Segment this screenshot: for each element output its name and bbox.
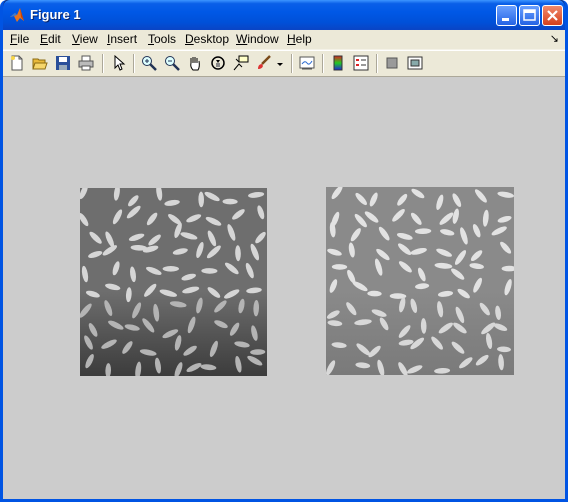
- maximize-button[interactable]: [519, 5, 540, 26]
- menu-insert[interactable]: Insert: [107, 32, 137, 46]
- new-figure-icon: [11, 55, 23, 71]
- menu-edit[interactable]: Edit: [40, 32, 61, 46]
- hide-plot-tools-button[interactable]: [381, 53, 403, 74]
- brush-button[interactable]: [253, 53, 275, 74]
- figure-toolbar: [3, 50, 565, 77]
- new-figure-button[interactable]: [6, 53, 28, 74]
- link-plot-button[interactable]: [296, 53, 318, 74]
- brush-icon: [258, 55, 271, 69]
- rotate-3d-button[interactable]: [207, 53, 229, 74]
- show-plot-tools-icon: [407, 56, 423, 70]
- close-icon: [547, 10, 558, 21]
- hide-plot-tools-icon: [386, 57, 398, 69]
- maximize-icon: [523, 9, 536, 21]
- menu-help[interactable]: Help: [287, 32, 312, 46]
- show-plot-tools-button[interactable]: [404, 53, 426, 74]
- menu-desktop[interactable]: Desktop: [185, 32, 229, 46]
- open-file-icon: [32, 58, 48, 70]
- menu-tools[interactable]: Tools: [148, 32, 176, 46]
- close-button[interactable]: [542, 5, 563, 26]
- print-button[interactable]: [75, 53, 97, 74]
- figure-canvas: [3, 77, 565, 499]
- save-icon: [56, 56, 70, 70]
- dock-arrow-icon[interactable]: ↘: [550, 32, 559, 45]
- legend-button[interactable]: [350, 53, 372, 74]
- minimize-icon: [502, 18, 509, 21]
- zoom-out-button[interactable]: [161, 53, 183, 74]
- data-cursor-button[interactable]: [230, 53, 252, 74]
- figure-window: Figure 1 File Edit View Insert Tools Des…: [0, 0, 568, 502]
- zoom-out-icon: [165, 56, 180, 71]
- open-file-button[interactable]: [29, 53, 51, 74]
- toolbar-separator: [376, 54, 378, 73]
- edit-plot-icon: [114, 55, 126, 71]
- print-icon: [78, 55, 94, 71]
- matlab-icon: [9, 7, 25, 23]
- toolbar-separator: [102, 54, 104, 73]
- toolbar-separator: [322, 54, 324, 73]
- toolbar-separator: [291, 54, 293, 73]
- rice-grain: [162, 266, 179, 272]
- brush-dropdown-icon: [277, 63, 283, 66]
- save-button[interactable]: [52, 53, 74, 74]
- menu-file[interactable]: File: [10, 32, 29, 46]
- edit-plot-button[interactable]: [108, 53, 130, 74]
- title-bar[interactable]: Figure 1: [3, 0, 565, 30]
- data-cursor-icon: [233, 55, 249, 71]
- colorbar-button[interactable]: [327, 53, 349, 74]
- toolbar-separator: [133, 54, 135, 73]
- window-title: Figure 1: [30, 7, 81, 22]
- pan-button[interactable]: [184, 53, 206, 74]
- link-plot-icon: [299, 56, 315, 70]
- rotate-3d-icon: [211, 56, 225, 70]
- menu-view[interactable]: View: [72, 32, 98, 46]
- pan-icon: [190, 57, 200, 71]
- menu-bar: File Edit View Insert Tools Desktop Wind…: [3, 30, 565, 50]
- colorbar-icon: [333, 55, 343, 71]
- menu-window[interactable]: Window: [236, 32, 279, 46]
- zoom-in-button[interactable]: [138, 53, 160, 74]
- brush-dropdown-button[interactable]: [275, 53, 285, 74]
- original-rice-image: [78, 183, 267, 381]
- minimize-button[interactable]: [496, 5, 517, 26]
- legend-icon: [353, 55, 369, 71]
- adjusted-rice-image: [326, 185, 517, 380]
- zoom-in-icon: [142, 56, 157, 71]
